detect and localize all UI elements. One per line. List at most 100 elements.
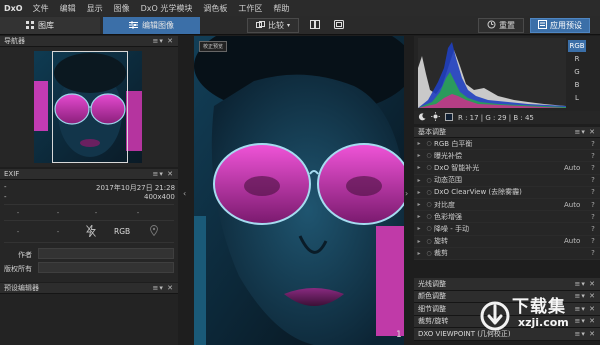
navigator-header[interactable]: 导航器 ≡▾ ✕ <box>0 36 178 47</box>
chevron-right-icon[interactable]: ▸ <box>414 250 424 257</box>
basic-adjustments-header[interactable]: 基本调整 ≡▾ ✕ <box>414 127 600 138</box>
menu-edit[interactable]: 编辑 <box>60 3 76 14</box>
exif-dash: - <box>4 183 7 191</box>
menu-workspace[interactable]: 工作区 <box>238 3 262 14</box>
help-icon[interactable]: ? <box>586 249 600 257</box>
exif-cell: - <box>94 209 98 217</box>
channel-tab-rgb[interactable]: RGB <box>568 40 586 52</box>
menu-file[interactable]: 文件 <box>33 3 49 14</box>
compare-button[interactable]: 比较 ▾ <box>247 18 299 33</box>
correction-row[interactable]: ▸ ○ 旋转 Auto? <box>414 235 600 248</box>
navigator-view <box>0 47 178 167</box>
help-icon[interactable]: ? <box>586 176 600 184</box>
histogram-channel-tabs: RGB R G B L <box>568 40 586 105</box>
divider <box>4 204 174 205</box>
correction-row[interactable]: ▸ ○ 降噪 - 手动? <box>414 223 600 236</box>
chevron-right-icon[interactable]: ▸ <box>414 152 424 159</box>
help-icon[interactable]: ? <box>586 237 600 245</box>
channel-tab-r[interactable]: R <box>568 53 586 65</box>
palette-light[interactable]: 光线调整 ≡▾ ✕ <box>414 278 600 291</box>
toggle-icon[interactable]: ○ <box>424 225 434 232</box>
toggle-icon[interactable]: ○ <box>424 250 434 257</box>
correction-row[interactable]: ▸ ○ 动态范围? <box>414 174 600 187</box>
panel-controls[interactable]: ≡▾ ✕ <box>153 37 174 45</box>
fit-screen-button[interactable] <box>331 18 347 33</box>
histogram-info-bar: R : 17 | G : 29 | B : 45 <box>414 111 600 124</box>
help-icon[interactable]: ? <box>586 188 600 196</box>
exif-cell: - <box>16 209 20 217</box>
channel-tab-l[interactable]: L <box>568 92 586 104</box>
sun-icon[interactable] <box>431 112 440 123</box>
panel-controls[interactable]: ≡▾ ✕ <box>575 128 596 136</box>
menu-optics-modules[interactable]: DxO 光学模块 <box>141 3 193 14</box>
panel-controls[interactable]: ≡▾ ✕ <box>575 280 596 288</box>
navigator-viewport-frame[interactable] <box>52 51 128 163</box>
help-icon[interactable]: ? <box>586 201 600 209</box>
tab-edit-image[interactable]: 编辑图像 <box>103 17 200 34</box>
correction-value: Auto <box>564 237 581 246</box>
toggle-icon[interactable]: ○ <box>424 238 434 245</box>
chevron-right-icon[interactable]: ▸ <box>414 201 424 208</box>
chevron-right-icon[interactable]: ▸ <box>414 238 424 245</box>
collapse-right-icon[interactable]: › <box>405 189 408 198</box>
correction-row[interactable]: ▸ ○ RGB 白平衡? <box>414 138 600 151</box>
chevron-right-icon[interactable]: ▸ <box>414 177 424 184</box>
menu-help[interactable]: 帮助 <box>273 3 289 14</box>
help-icon[interactable]: ? <box>586 225 600 233</box>
split-view-button[interactable] <box>306 18 324 33</box>
chevron-right-icon[interactable]: ▸ <box>414 189 424 196</box>
toggle-icon[interactable]: ○ <box>424 177 434 184</box>
toggle-icon[interactable]: ○ <box>424 189 434 196</box>
toggle-icon[interactable]: ○ <box>424 140 434 147</box>
toggle-icon[interactable]: ○ <box>424 164 434 171</box>
copyright-field[interactable] <box>38 262 174 273</box>
tab-library-label: 图库 <box>38 21 54 30</box>
chevron-right-icon[interactable]: ▸ <box>414 164 424 171</box>
reset-button[interactable]: 重置 <box>478 18 524 33</box>
correction-row[interactable]: ▸ ○ 曝光补偿? <box>414 150 600 163</box>
collapse-left-icon[interactable]: ‹ <box>183 189 186 198</box>
exif-cell: - <box>16 228 20 236</box>
help-icon[interactable]: ? <box>586 140 600 148</box>
chevron-right-icon[interactable]: ▸ <box>414 140 424 147</box>
preset-editor-header[interactable]: 预设编辑器 ≡▾ ✕ <box>0 283 178 294</box>
chevron-right-icon[interactable]: ▸ <box>414 213 424 220</box>
correction-row[interactable]: ▸ ○ 对比度 Auto? <box>414 198 600 212</box>
author-field[interactable] <box>38 248 174 259</box>
exif-size: 400x400 <box>144 193 175 201</box>
toggle-icon[interactable]: ○ <box>424 201 434 208</box>
watermark-title: 下载集 <box>512 297 566 317</box>
palette-label: 颜色调整 <box>418 292 446 301</box>
chevron-right-icon[interactable]: ▸ <box>414 225 424 232</box>
correction-row[interactable]: ▸ ○ 色彩增强? <box>414 211 600 224</box>
help-icon[interactable]: ? <box>586 213 600 221</box>
correction-row[interactable]: ▸ ○ DxO ClearView (去除雾霾)? <box>414 186 600 199</box>
correction-row[interactable]: ▸ ○ DxO 智能补光 Auto? <box>414 162 600 175</box>
panel-controls[interactable]: ≡▾ ✕ <box>153 284 174 292</box>
panel-controls[interactable]: ≡▾ ✕ <box>153 170 174 178</box>
menu-view[interactable]: 显示 <box>87 3 103 14</box>
channel-tab-b[interactable]: B <box>568 79 586 91</box>
menu-bar: DxO 文件 编辑 显示 图像 DxO 光学模块 调色板 工作区 帮助 <box>0 0 600 16</box>
exif-rgb-label: RGB <box>114 227 131 236</box>
menu-image[interactable]: 图像 <box>114 3 130 14</box>
toggle-icon[interactable]: ○ <box>424 152 434 159</box>
tab-library[interactable]: 图库 <box>0 17 100 34</box>
flash-off-icon <box>86 223 96 239</box>
help-icon[interactable]: ? <box>586 152 600 160</box>
correction-label: 色彩增强 <box>434 212 462 221</box>
menu-palettes[interactable]: 调色板 <box>203 3 227 14</box>
moon-icon[interactable] <box>418 112 426 123</box>
channel-tab-g[interactable]: G <box>568 66 586 78</box>
watermark-logo-icon <box>480 301 510 331</box>
compare-icon <box>255 20 265 31</box>
correction-label: 降噪 - 手动 <box>434 224 469 233</box>
basic-adjustments-list: ▸ ○ RGB 白平衡? ▸ ○ 曝光补偿? ▸ ○ DxO 智能补光 Auto? ▸ ○ 动态范… <box>414 138 600 260</box>
navigator-title: 导航器 <box>4 37 25 45</box>
main-image-viewer[interactable] <box>194 36 404 345</box>
apply-preset-button[interactable]: 应用预设 <box>530 18 590 33</box>
toggle-icon[interactable]: ○ <box>424 213 434 220</box>
exif-header[interactable]: EXIF ≡▾ ✕ <box>0 169 178 180</box>
help-icon[interactable]: ? <box>586 164 600 172</box>
correction-row[interactable]: ▸ ○ 裁剪? <box>414 247 600 260</box>
